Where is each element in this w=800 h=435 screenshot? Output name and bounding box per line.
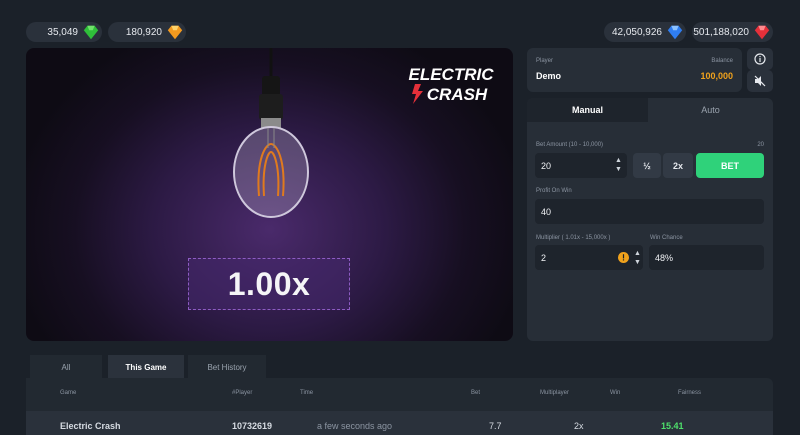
logo-line-2: CRASH: [427, 85, 488, 104]
column-header: Game: [60, 390, 77, 396]
player-name: Demo: [536, 71, 562, 81]
cell-game: Electric Crash: [60, 421, 121, 431]
orange-gem-icon: [167, 25, 183, 40]
player-card: Player Demo Balance 100,000: [527, 48, 742, 92]
tab-this-game[interactable]: This Game: [108, 355, 184, 379]
profit-on-win-field: 40: [535, 199, 764, 224]
column-header: Win: [610, 390, 621, 396]
balance-value: 100,000: [700, 71, 733, 81]
column-header: Bet: [471, 390, 481, 396]
profit-on-win-value: 40: [541, 206, 552, 217]
multiplier-label: Multiplier ( 1.01x - 15,000x ): [536, 235, 611, 241]
column-header: Fairness: [678, 390, 702, 396]
balance-pill-red: 501,188,020: [692, 22, 773, 42]
electric-crash-logo: ELECTRIC CRASH: [409, 65, 495, 104]
win-chance-input[interactable]: 48%: [649, 245, 764, 270]
multiplier-value: 1.00x: [227, 265, 311, 302]
logo-line-1: ELECTRIC: [409, 65, 495, 84]
win-chance-value: 48%: [655, 252, 674, 263]
multiplier-display: 1.00x: [188, 258, 350, 310]
balance-value: 42,050,926: [611, 26, 662, 38]
balance-pill-green: 35,049: [26, 22, 102, 42]
info-icon: [754, 53, 766, 65]
column-header: Time: [300, 390, 314, 396]
mute-button[interactable]: [747, 70, 773, 92]
double-bet-button[interactable]: 2x: [663, 153, 693, 178]
lightning-icon: [412, 84, 423, 104]
tab-auto[interactable]: Auto: [648, 98, 773, 122]
blue-gem-icon: [667, 25, 683, 40]
tab-all[interactable]: All: [30, 355, 102, 379]
multiplier-stepper[interactable]: ▲ ▼: [633, 249, 642, 267]
sound-off-icon: [754, 75, 766, 87]
balance-value: 35,049: [47, 26, 78, 38]
bet-button[interactable]: BET: [696, 153, 764, 178]
history-table: Game #Player Time Bet Multiplayer Win Fa…: [26, 378, 773, 435]
cell-time: a few seconds ago: [317, 421, 393, 431]
bet-amount-value: 20: [541, 160, 552, 171]
column-header: Multiplayer: [540, 390, 570, 396]
half-bet-button[interactable]: ½: [633, 153, 661, 178]
tab-manual[interactable]: Manual: [527, 98, 648, 122]
column-header: #Player: [232, 390, 253, 396]
bet-panel: Manual Auto Bet Amount (10 - 10,000) 20 …: [527, 98, 773, 341]
win-chance-label: Win Chance: [650, 235, 683, 241]
warning-icon: [618, 252, 629, 263]
balance-value: 180,920: [125, 26, 162, 38]
bet-amount-stepper[interactable]: ▲ ▼: [614, 156, 623, 174]
balance-pill-blue: 42,050,926: [604, 22, 686, 42]
info-button[interactable]: [747, 48, 773, 70]
balance-pill-orange: 180,920: [108, 22, 186, 42]
balance-value: 501,188,020: [693, 26, 749, 38]
cell-multiplier: 2x: [574, 421, 584, 431]
red-gem-icon: [754, 25, 770, 40]
light-bulb-icon: [233, 48, 309, 218]
multiplier-input-value: 2: [541, 252, 547, 263]
bet-amount-right: 20: [757, 142, 764, 148]
cell-win: 15.41: [661, 421, 684, 431]
balance-label: Balance: [711, 58, 733, 64]
cell-player: 10732619: [232, 421, 273, 431]
green-gem-icon: [83, 25, 99, 40]
profit-on-win-label: Profit On Win: [536, 188, 572, 194]
player-label: Player: [536, 58, 554, 64]
tab-bet-history[interactable]: Bet History: [188, 355, 266, 379]
bet-amount-label: Bet Amount (10 - 10,000): [536, 142, 604, 148]
game-stage: ELECTRIC CRASH 1.00x: [26, 48, 513, 341]
cell-bet: 7.7: [489, 421, 502, 431]
